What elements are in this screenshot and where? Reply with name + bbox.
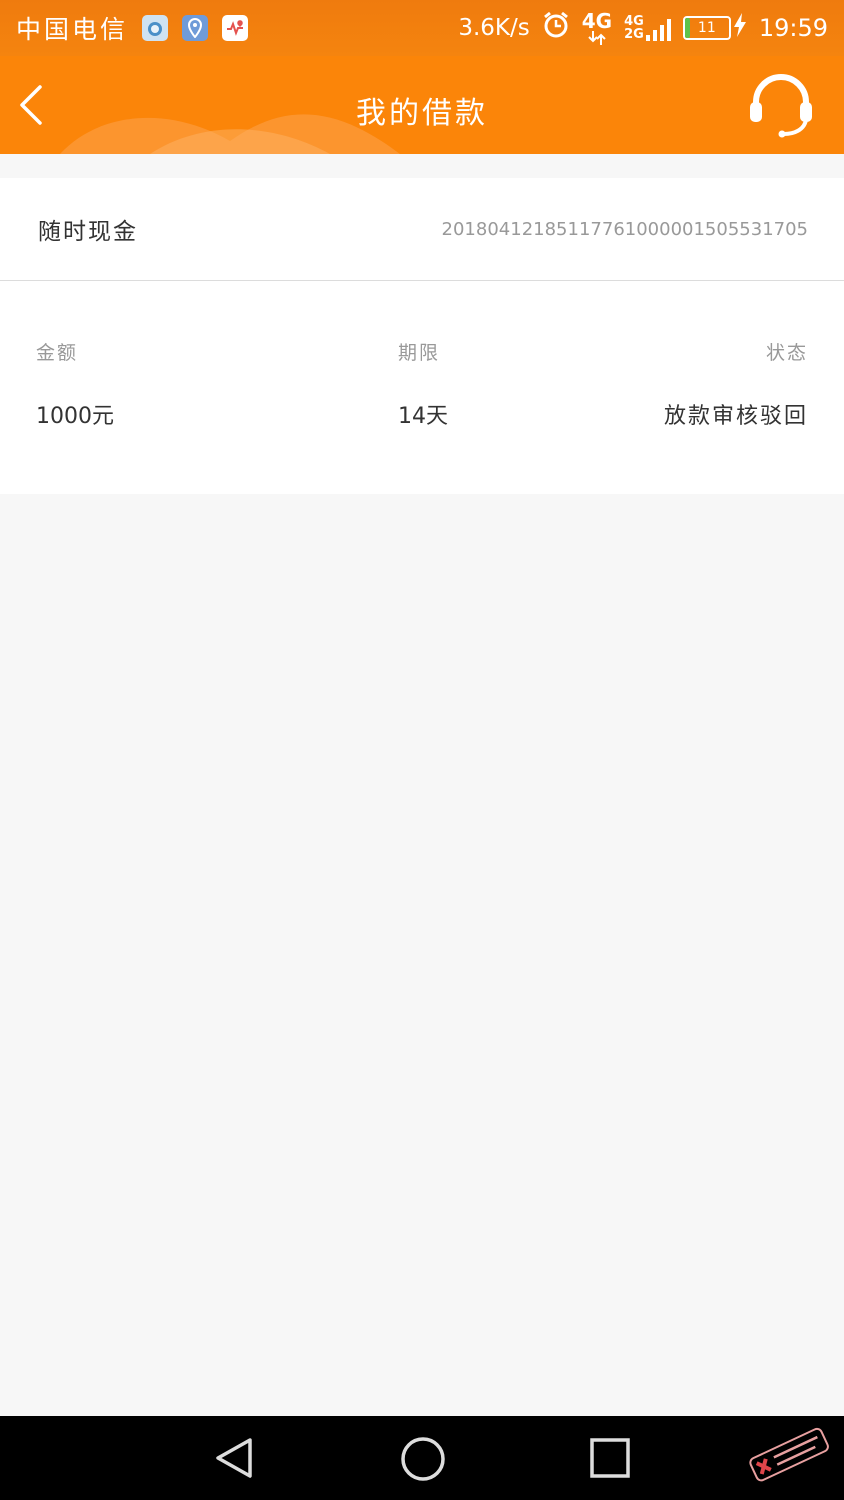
page-title: 我的借款 xyxy=(356,96,488,131)
nav-recent-button[interactable] xyxy=(590,1438,630,1482)
weather-icon xyxy=(142,15,169,41)
nav-back-button[interactable] xyxy=(212,1436,256,1484)
loan-term: 14天 xyxy=(398,404,448,429)
app-header: 我的借款 xyxy=(0,56,844,154)
carrier-name: 中国电信 xyxy=(16,15,129,44)
charging-icon xyxy=(733,13,747,43)
nav-recent-icon xyxy=(590,1438,630,1478)
loan-status: 放款审核驳回 xyxy=(663,404,808,429)
headset-icon xyxy=(750,74,812,138)
loan-product-row: 随时现金 20180412185117761000001505531705 xyxy=(0,178,844,281)
status-bar: 中国电信 3.6K/s 4G 4G 2G 11 19:59 xyxy=(0,0,844,56)
table-header-row: 金额 期限 状态 xyxy=(0,338,844,378)
system-nav-bar xyxy=(0,1416,844,1500)
loan-card[interactable]: 随时现金 20180412185117761000001505531705 金额… xyxy=(0,178,844,494)
dual-sim-signal: 4G 2G xyxy=(624,15,671,41)
battery-level: 11 xyxy=(697,20,716,36)
product-name: 随时现金 xyxy=(38,219,138,245)
network-4g-label: 4G xyxy=(581,9,613,33)
column-header-status: 状态 xyxy=(765,342,808,364)
location-app-icon xyxy=(182,15,209,41)
nav-back-icon xyxy=(216,1438,252,1478)
battery-icon: 11 xyxy=(682,16,731,40)
network-2g-small-label: 2G xyxy=(624,27,644,42)
column-header-amount: 金额 xyxy=(36,342,79,364)
watermark-logo xyxy=(749,1427,829,1482)
loan-amount: 1000元 xyxy=(36,404,114,429)
alarm-icon xyxy=(542,11,570,45)
column-header-term: 期限 xyxy=(398,342,441,364)
table-row: 1000元 14天 放款审核驳回 xyxy=(0,398,844,438)
nav-home-icon xyxy=(401,1437,445,1481)
loan-details-table: 金额 期限 状态 1000元 14天 放款审核驳回 xyxy=(0,338,844,438)
nav-home-button[interactable] xyxy=(400,1436,446,1486)
network-4g-indicator: 4G xyxy=(582,11,612,45)
order-number: 20180412185117761000001505531705 xyxy=(441,218,808,240)
health-app-icon xyxy=(222,15,249,41)
customer-service-button[interactable] xyxy=(748,72,814,138)
clock: 19:59 xyxy=(758,14,828,42)
signal-icon xyxy=(645,19,671,41)
net-speed: 3.6K/s xyxy=(458,15,530,41)
